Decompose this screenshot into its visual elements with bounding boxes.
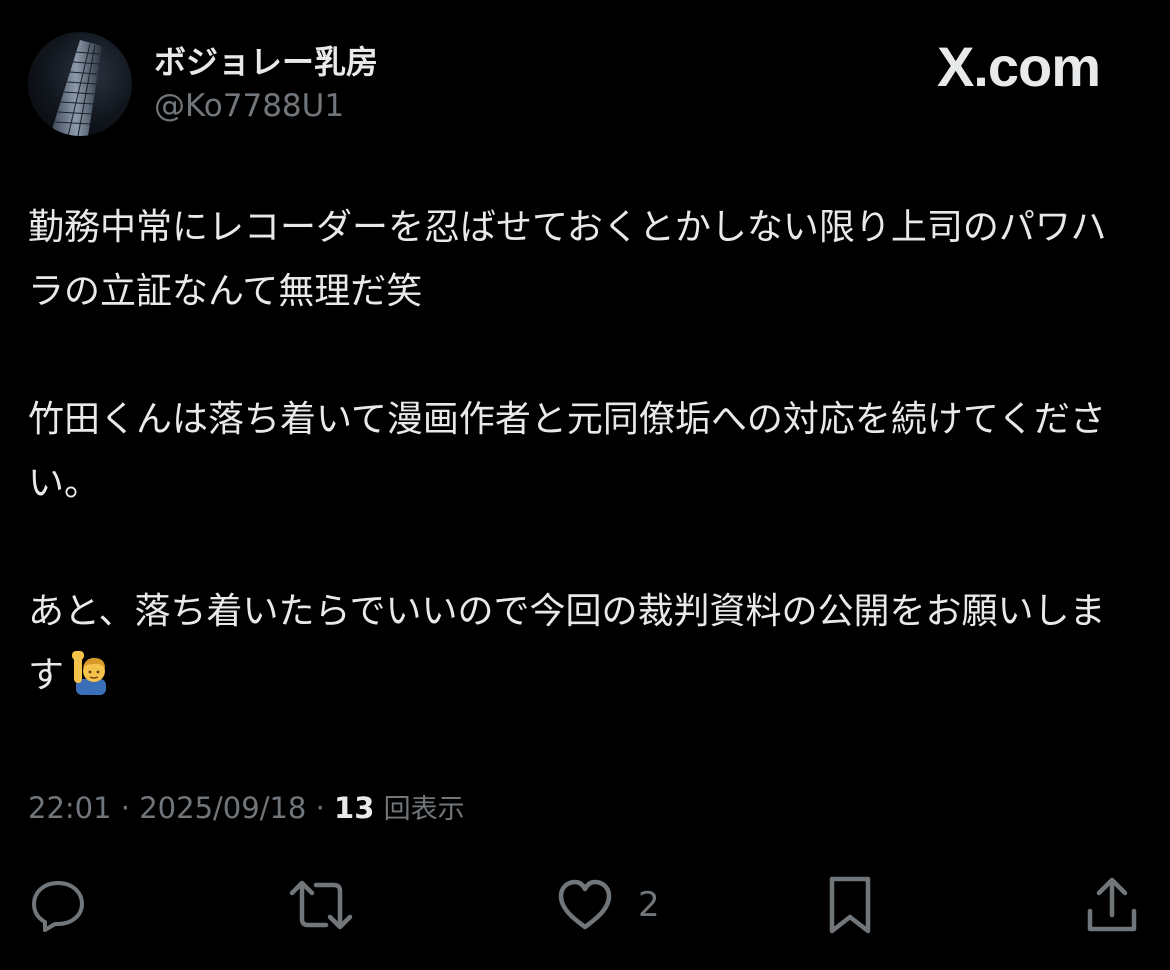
share-icon xyxy=(1087,877,1137,932)
heart-icon xyxy=(558,879,612,930)
tweet-meta: 22:01 · 2025/09/18 · 13 回表示 xyxy=(28,786,465,832)
tweet-header: ボジョレー乳房 @Ko7788U1 X.com xyxy=(28,30,1142,140)
repost-icon xyxy=(289,880,353,930)
user-handle[interactable]: @Ko7788U1 xyxy=(154,86,378,126)
tweet-date[interactable]: 2025/09/18 xyxy=(139,791,306,825)
tweet-paragraph-3: あと、落ち着いたらでいいので今回の裁判資料の公開をお願いします xyxy=(28,580,1138,708)
reply-icon xyxy=(32,881,84,932)
display-name[interactable]: ボジョレー乳房 xyxy=(154,42,378,82)
meta-separator: · xyxy=(120,791,131,825)
tweet-time[interactable]: 22:01 xyxy=(28,791,112,825)
like-button[interactable]: 2 xyxy=(556,870,660,940)
repost-button[interactable] xyxy=(288,870,354,940)
tweet-paragraph-2: 竹田くんは落ち着いて漫画作者と元同僚垢への対応を続けてください。 xyxy=(28,399,1106,504)
tweet-paragraph-1: 勤務中常にレコーダーを忍ばせておくとかしない限り上司のパワハラの立証なんて無理だ… xyxy=(28,207,1107,312)
share-button[interactable] xyxy=(1084,870,1140,940)
avatar-building-image xyxy=(50,40,102,136)
tweet-paragraph-3-text: あと、落ち着いたらでいいので今回の裁判資料の公開をお願いします xyxy=(28,591,1106,696)
like-count: 2 xyxy=(638,885,660,925)
bookmark-icon xyxy=(829,876,871,934)
view-label: 回表示 xyxy=(383,794,465,825)
x-brand-text: X.com xyxy=(936,35,1101,98)
x-logo: X.com xyxy=(936,34,1101,99)
man-raising-hand-emoji xyxy=(68,649,114,695)
view-count: 13 xyxy=(334,791,375,825)
user-info[interactable]: ボジョレー乳房 @Ko7788U1 xyxy=(154,42,378,126)
bookmark-button[interactable] xyxy=(826,870,874,940)
tweet-text: 勤務中常にレコーダーを忍ばせておくとかしない限り上司のパワハラの立証なんて無理だ… xyxy=(28,196,1138,708)
avatar[interactable] xyxy=(28,32,132,136)
reply-button[interactable] xyxy=(28,870,88,940)
meta-separator: · xyxy=(315,791,325,825)
action-bar: 2 xyxy=(0,870,1170,940)
